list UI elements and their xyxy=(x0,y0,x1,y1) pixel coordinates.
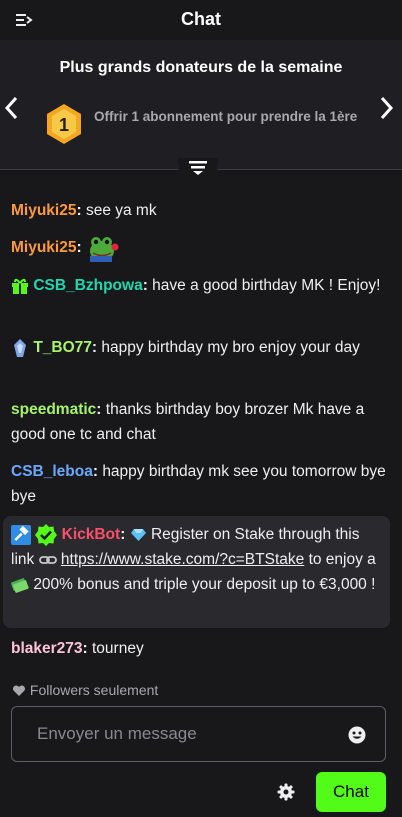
next-arrow-icon[interactable] xyxy=(378,95,396,121)
pinned-bot-message: KickBot: Register on Stake through this … xyxy=(3,516,390,628)
link-icon xyxy=(38,556,57,564)
chat-message: Miyuki25: see ya mk xyxy=(11,202,157,219)
chat-message: CSB_leboa: happy birthday mk see you tom… xyxy=(11,463,386,505)
chat-message-text: see ya mk xyxy=(85,202,157,219)
chat-message-text: tourney xyxy=(92,640,144,657)
chat-username[interactable]: CSB_Bzhpowa xyxy=(33,277,142,294)
top-donors-heading: Plus grands donateurs de la semaine xyxy=(59,59,343,76)
message-input[interactable]: Envoyer un message xyxy=(11,706,386,762)
message-input-placeholder: Envoyer un message xyxy=(37,724,197,743)
rank-badge-icon: 1 xyxy=(47,104,81,144)
chat-username[interactable]: KickBot xyxy=(62,526,121,543)
chat-header: Chat xyxy=(0,0,402,40)
chat-username[interactable]: T_BO77 xyxy=(33,339,92,356)
rank-badge-number: 1 xyxy=(59,115,69,135)
heart-icon xyxy=(12,685,26,697)
chat-message-text: happy birthday my bro enjoy your day xyxy=(101,339,360,356)
verified-icon xyxy=(35,523,58,546)
chat-message: T_BO77: happy birthday my bro enjoy your… xyxy=(11,335,386,360)
chat-username[interactable]: Miyuki25 xyxy=(11,239,76,256)
chat-message: CSB_Bzhpowa: have a good birthday MK ! E… xyxy=(11,273,386,298)
chat-message: Miyuki25: xyxy=(11,233,386,263)
previous-arrow-icon[interactable] xyxy=(2,95,20,121)
moderator-icon xyxy=(11,524,31,545)
gear-icon[interactable] xyxy=(277,783,295,801)
chat-username[interactable]: blaker273 xyxy=(11,640,83,657)
emoji-icon[interactable] xyxy=(348,726,366,744)
gift-sub-offer[interactable]: Offrir 1 abonnement pour prendre la 1ère xyxy=(94,109,364,124)
gem-icon xyxy=(14,338,26,357)
stake-link[interactable]: https://www.stake.com/?c=BTStake xyxy=(61,551,304,568)
frog-with-rose-emote xyxy=(89,237,119,262)
money-icon xyxy=(11,578,29,593)
gift-icon xyxy=(12,278,28,294)
diamond-icon xyxy=(130,528,146,541)
send-chat-button[interactable]: Chat xyxy=(316,772,386,812)
chat-message: blaker273: tourney xyxy=(11,640,144,657)
chat-message-text: 200% bonus and triple your deposit up to… xyxy=(33,576,376,593)
chat-username[interactable]: CSB_leboa xyxy=(11,463,93,480)
chat-username[interactable]: Miyuki25 xyxy=(11,202,76,219)
chat-message: KickBot: Register on Stake through this … xyxy=(11,522,386,597)
chat-message-text: have a good birthday MK ! Enjoy! xyxy=(152,277,381,294)
chat-username[interactable]: speedmatic xyxy=(11,401,96,418)
chat-message: speedmatic: thanks birthday boy brozer M… xyxy=(11,401,365,443)
chevron-down-icon xyxy=(189,161,207,175)
chat-message-text: to enjoy a xyxy=(308,551,376,568)
chat-title: Chat xyxy=(181,9,221,29)
followers-only-notice: Followers seulement xyxy=(12,682,158,698)
divider xyxy=(0,169,178,170)
divider xyxy=(218,169,402,170)
collapse-donors-handle[interactable] xyxy=(178,158,218,180)
top-donors-panel: Plus grands donateurs de la semaine 1 Of… xyxy=(0,40,402,180)
followers-only-label: Followers seulement xyxy=(29,682,159,698)
